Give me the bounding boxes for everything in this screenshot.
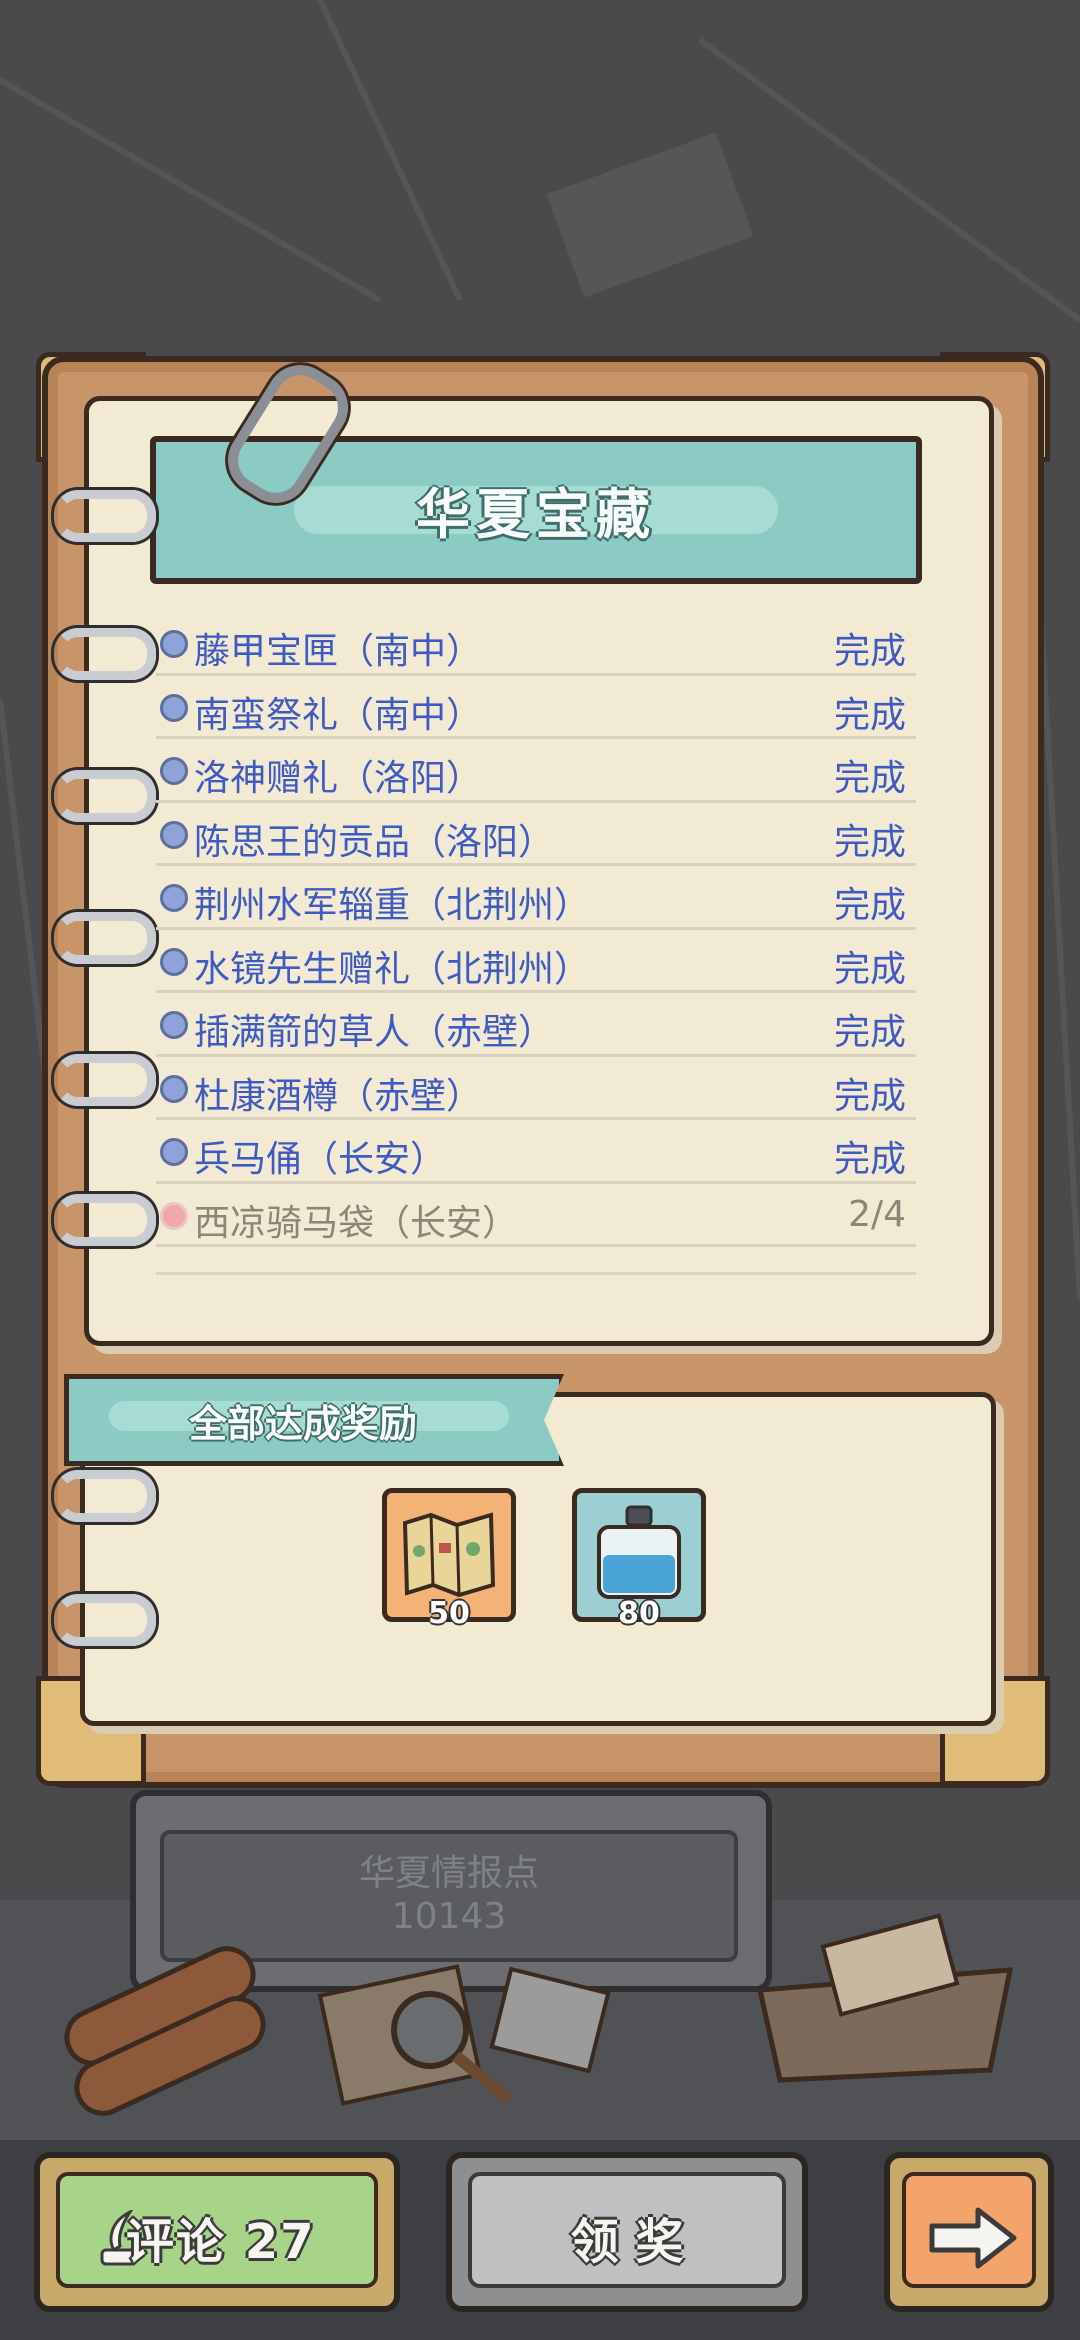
magnifier-icon <box>317 1964 611 2106</box>
list-item[interactable]: 南蛮祭礼（南中） 完成 <box>156 676 916 739</box>
reward-count: 50 <box>428 1596 470 1631</box>
item-status: 完成 <box>833 1139 906 1180</box>
status-dot-icon <box>160 820 188 849</box>
status-dot-icon <box>160 757 188 785</box>
item-status: 完成 <box>833 694 906 736</box>
status-dot-icon <box>160 630 188 658</box>
item-label: 藤甲宝匣（南中） <box>194 631 483 672</box>
list-item[interactable]: 洛神赠礼（洛阳） 完成 <box>156 739 916 803</box>
claim-label: 领 奖 <box>570 2214 684 2270</box>
comment-label: 评论 27 <box>126 2214 316 2270</box>
claim-button-face: 领 奖 <box>468 2172 786 2288</box>
item-status: 完成 <box>833 948 906 990</box>
binder-ring <box>54 1054 156 1106</box>
list-item[interactable]: 荆州水军辎重（北荆州） 完成 <box>156 866 916 930</box>
next-button[interactable] <box>884 2152 1054 2312</box>
basket-icon <box>756 1913 1014 2083</box>
status-dot-icon <box>160 1074 188 1103</box>
list-item[interactable]: 杜康酒樽（赤壁） 完成 <box>156 1057 916 1120</box>
list-item[interactable]: 兵马俑（长安） 完成 <box>156 1120 916 1184</box>
treasure-list: 藤甲宝匣（南中） 完成 南蛮祭礼（南中） 完成 洛神赠礼（洛阳） 完成 陈思王的… <box>156 612 916 1247</box>
item-label: 插满箭的草人（赤壁） <box>194 1012 555 1053</box>
item-status: 完成 <box>833 885 906 926</box>
status-dot-icon <box>160 947 188 976</box>
list-item[interactable]: 藤甲宝匣（南中） 完成 <box>156 612 916 676</box>
binder-ring <box>54 770 156 822</box>
reward-item[interactable]: 80 <box>572 1488 706 1631</box>
item-status: 完成 <box>833 1012 906 1053</box>
item-label: 水镜先生赠礼（北荆州） <box>194 948 591 990</box>
list-item[interactable]: 水镜先生赠礼（北荆州） 完成 <box>156 930 916 993</box>
list-item[interactable]: 插满箭的草人（赤壁） 完成 <box>156 993 916 1057</box>
comment-button[interactable]: 评论 27 <box>34 2152 400 2312</box>
status-dot-icon <box>160 1138 188 1166</box>
item-status: 完成 <box>833 821 906 863</box>
next-button-face <box>902 2172 1036 2288</box>
reward-item[interactable]: 50 <box>382 1488 516 1631</box>
status-dot-icon <box>160 1011 188 1039</box>
item-status: 完成 <box>833 631 906 672</box>
binder-ring <box>54 628 156 680</box>
binder-ring <box>54 490 156 542</box>
binder-ring <box>54 1194 156 1246</box>
divider <box>156 1272 916 1275</box>
status-dot-icon <box>160 884 188 912</box>
binder-ring <box>54 1470 156 1522</box>
item-status: 完成 <box>833 758 906 799</box>
reward-banner: 全部达成奖励 <box>64 1374 564 1466</box>
reward-title: 全部达成奖励 <box>189 1402 418 1446</box>
status-dot-icon <box>160 693 188 722</box>
binder-ring <box>54 912 156 964</box>
status-dot-icon <box>160 1201 188 1230</box>
arrow-right-icon <box>929 2207 1017 2269</box>
reward-count: 80 <box>618 1596 660 1631</box>
item-label: 西凉骑马袋（长安） <box>194 1202 519 1244</box>
intel-title: 华夏情报点 <box>358 1853 539 1894</box>
scroll-bundle-icon <box>64 1946 266 2116</box>
list-item[interactable]: 西凉骑马袋（长安） 2/4 <box>156 1184 916 1247</box>
item-label: 洛神赠礼（洛阳） <box>194 758 483 799</box>
list-item[interactable]: 陈思王的贡品（洛阳） 完成 <box>156 803 916 866</box>
item-progress: 2/4 <box>848 1193 906 1235</box>
item-label: 兵马俑（长安） <box>194 1139 447 1180</box>
item-label: 杜康酒樽（赤壁） <box>194 1075 483 1117</box>
item-label: 南蛮祭礼（南中） <box>194 694 483 736</box>
binder-ring <box>54 1594 156 1646</box>
item-label: 陈思王的贡品（洛阳） <box>194 821 555 863</box>
item-label: 荆州水军辎重（北荆州） <box>194 885 591 926</box>
claim-reward-button[interactable]: 领 奖 <box>446 2152 808 2312</box>
item-status: 完成 <box>833 1075 906 1117</box>
comment-button-face: 评论 27 <box>56 2172 378 2288</box>
